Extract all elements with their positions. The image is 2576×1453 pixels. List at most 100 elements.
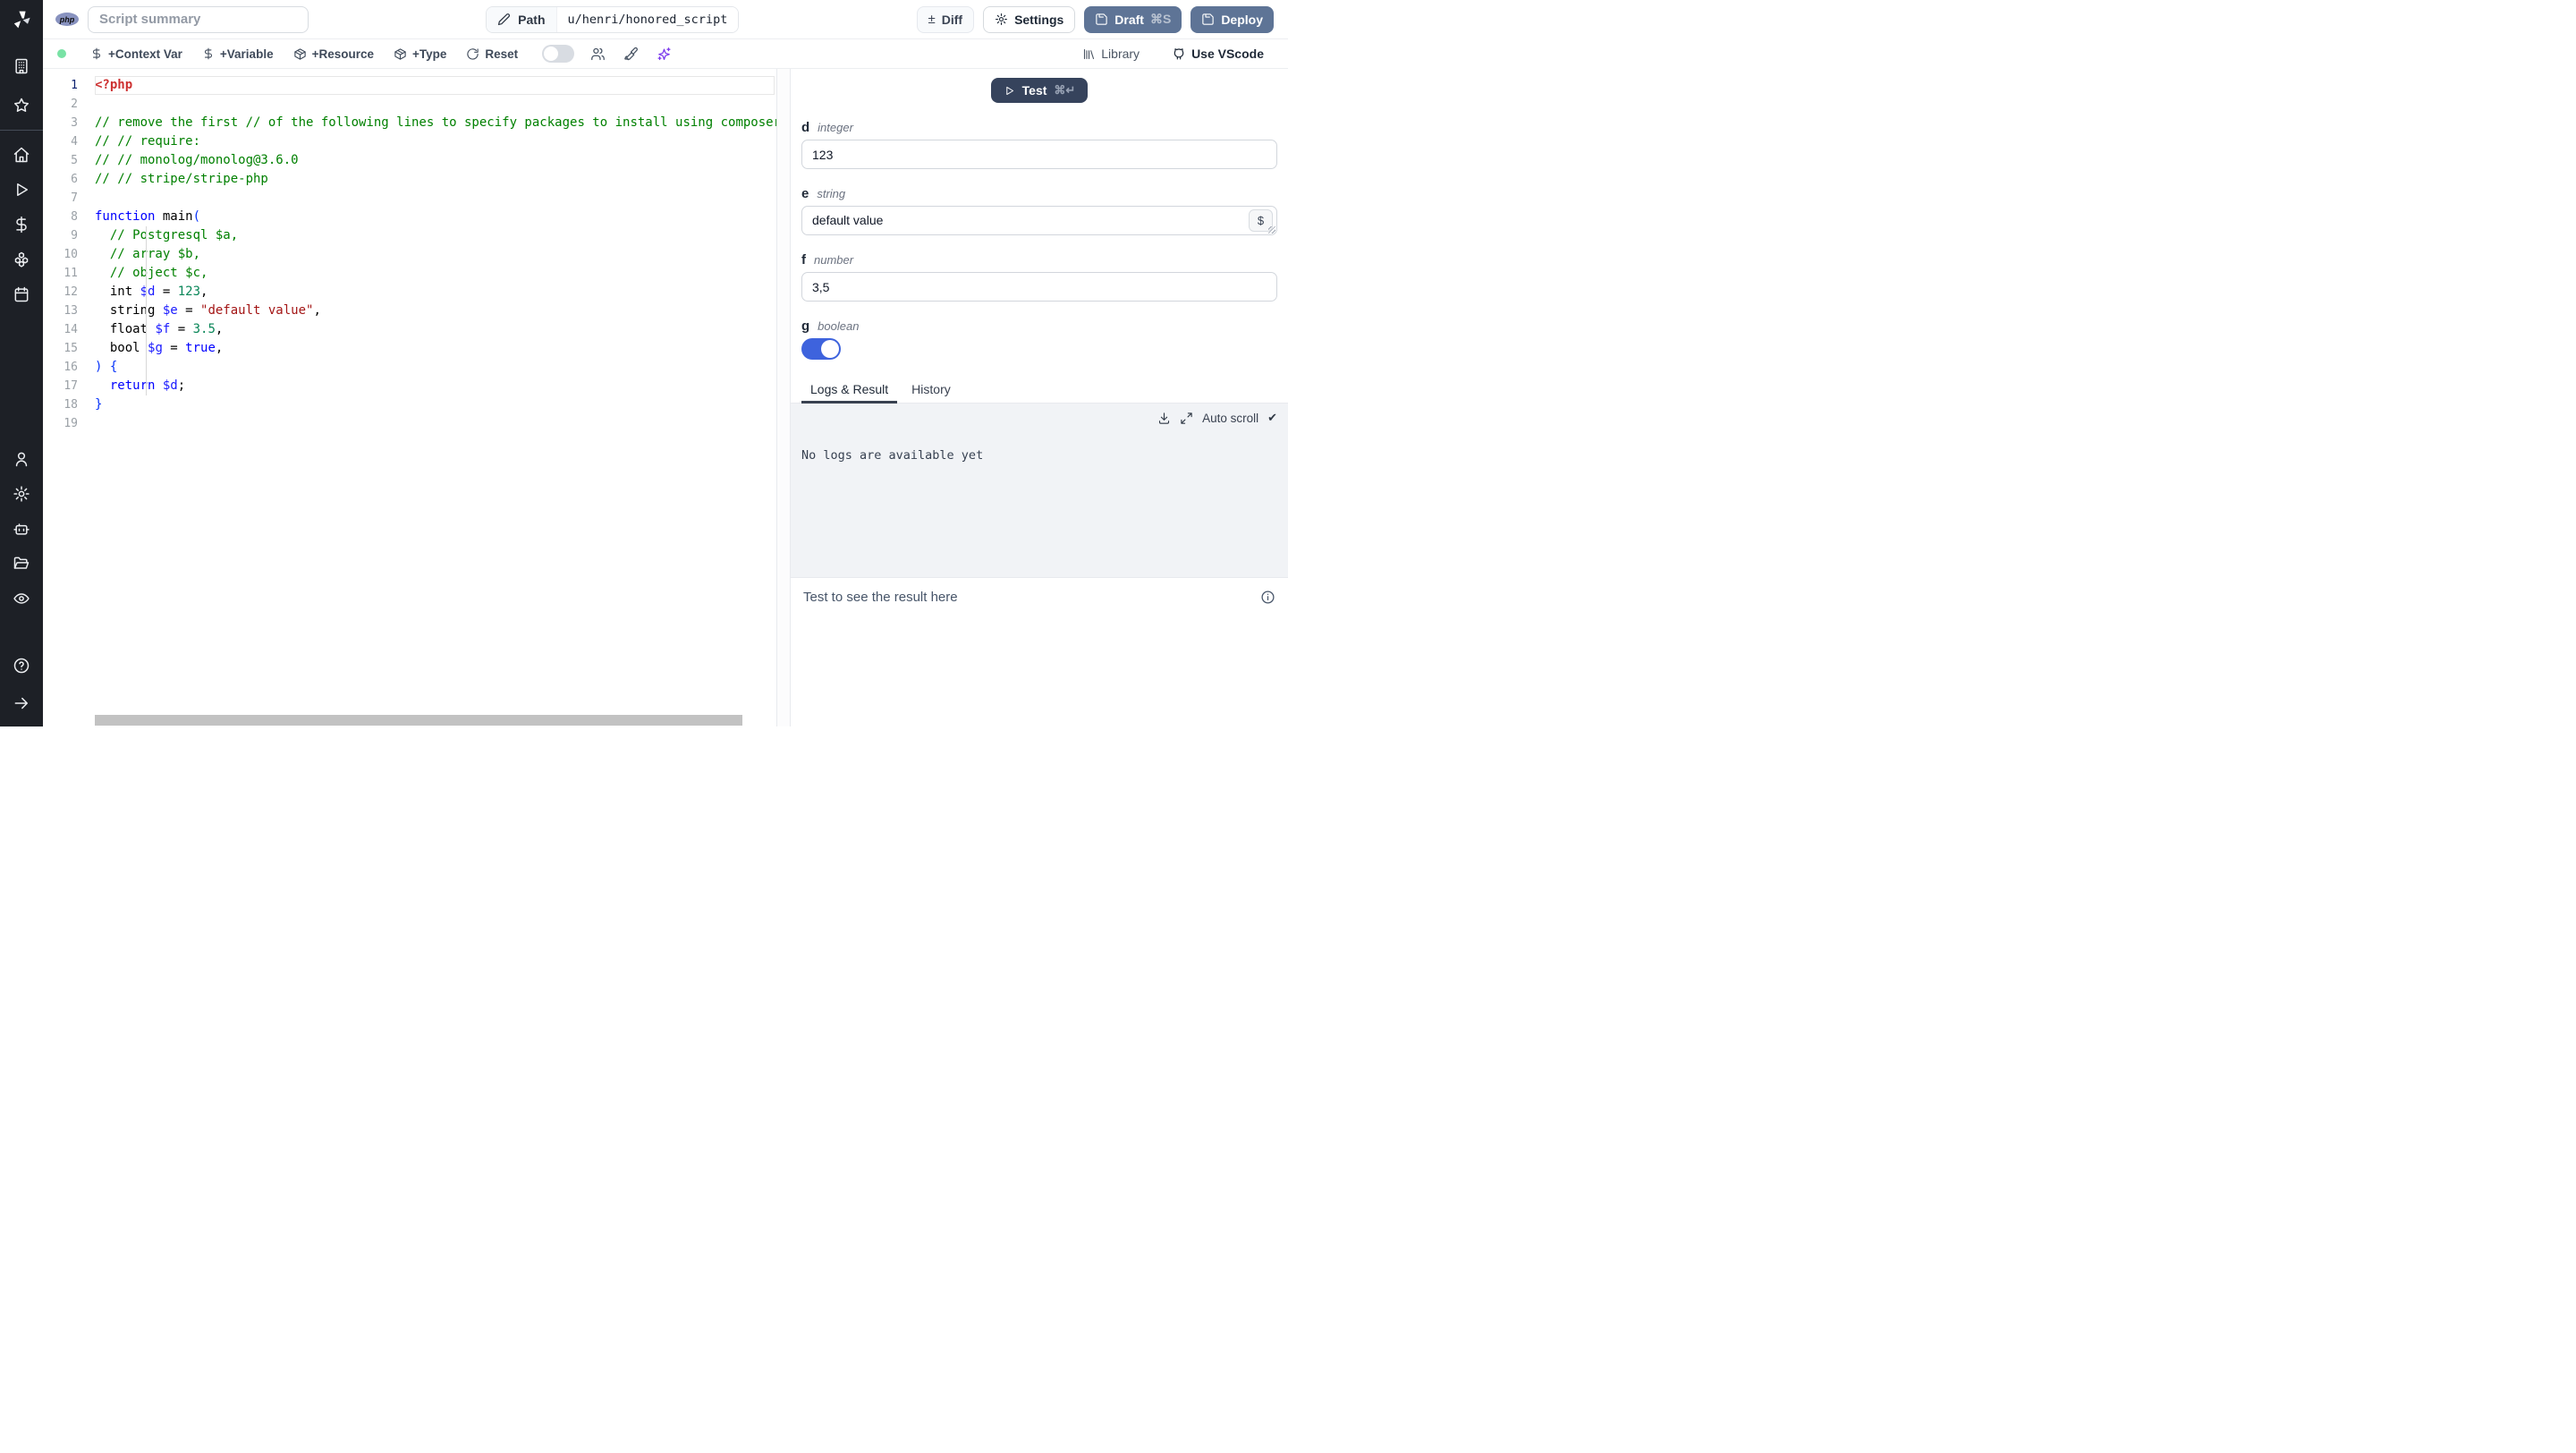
code-line-19: 19	[43, 414, 776, 433]
sidebar-item-audit-logs[interactable]	[7, 586, 36, 611]
code-line-15: 15 bool $g = true,	[43, 339, 776, 358]
app-window: php Path u/henri/honored_script ± Diff	[0, 0, 1288, 726]
php-language-badge: php	[55, 13, 79, 26]
d-value-input[interactable]	[801, 140, 1277, 169]
editor-horizontal-scrollbar[interactable]	[95, 715, 742, 726]
line-number: 13	[64, 304, 78, 318]
field-type: integer	[818, 121, 853, 134]
code-text: // Postgresql $a,	[109, 228, 239, 242]
sidebar-item-account[interactable]	[7, 446, 36, 472]
add-context-var-button[interactable]: +Context Var	[82, 42, 191, 65]
panel-resize-handle[interactable]	[777, 69, 790, 726]
line-number: 14	[64, 323, 78, 336]
save-icon	[1201, 13, 1215, 26]
code-line-17: 17 return $d;	[43, 377, 776, 395]
sidebar-item-workers[interactable]	[7, 516, 36, 541]
g-boolean-toggle[interactable]	[801, 338, 841, 360]
package-icon	[394, 47, 407, 61]
line-number: 2	[71, 98, 78, 111]
line-number: 9	[71, 229, 78, 242]
diff-mode-toggle[interactable]	[542, 45, 575, 63]
script-summary-input[interactable]	[88, 5, 309, 33]
save-draft-button[interactable]: Draft ⌘S	[1084, 5, 1182, 33]
code-line-5: 5 // // monolog/monolog@3.6.0	[43, 151, 776, 170]
field-type: string	[817, 187, 846, 200]
line-number: 4	[71, 135, 78, 149]
sidebar-item-home[interactable]	[7, 142, 36, 167]
ai-assistant-sparkles-icon[interactable]	[649, 42, 679, 65]
code-line-13: 13 string $e = "default value",	[43, 302, 776, 320]
test-shortcut: ⌘↵	[1054, 83, 1076, 97]
line-number: 16	[64, 361, 78, 374]
script-path-field[interactable]: Path u/henri/honored_script	[486, 5, 740, 33]
e-value-textarea[interactable]	[801, 206, 1277, 235]
download-logs-icon[interactable]	[1157, 412, 1171, 425]
library-button[interactable]: Library	[1074, 42, 1148, 65]
sidebar-item-folders[interactable]	[7, 551, 36, 576]
code-text: int $d = 123,	[95, 285, 208, 299]
sidebar-item-settings[interactable]	[7, 481, 36, 506]
format-code-brush-icon[interactable]	[616, 42, 646, 65]
code-text: // // monolog/monolog@3.6.0	[95, 153, 299, 167]
f-value-input[interactable]	[801, 272, 1277, 302]
code-line-14: 14 float $f = 3.5,	[43, 320, 776, 339]
code-text: // object $c,	[109, 266, 208, 280]
info-icon[interactable]	[1260, 590, 1275, 605]
auto-scroll-checkbox[interactable]: ✔	[1267, 411, 1277, 425]
line-number: 10	[64, 248, 78, 261]
line-number: 1	[71, 79, 78, 92]
edit-pencil-icon	[497, 13, 511, 26]
expand-logs-icon[interactable]	[1180, 412, 1193, 425]
arguments-form: Test ⌘↵ d integer estring$ fnumber g boolean	[791, 69, 1288, 360]
draft-shortcut: ⌘S	[1149, 12, 1172, 26]
windmill-logo-icon	[11, 9, 32, 30]
field-name: f	[801, 252, 806, 268]
sidebar-item-favorites[interactable]	[7, 93, 36, 118]
expand-sidebar-button[interactable]	[7, 691, 36, 716]
code-line-8: 8 function main(	[43, 208, 776, 226]
sidebar-item-runs[interactable]	[7, 177, 36, 202]
multiplayer-users-icon[interactable]	[583, 42, 613, 65]
test-run-button[interactable]: Test ⌘↵	[990, 78, 1089, 103]
use-vscode-button[interactable]: Use VScode	[1164, 42, 1272, 65]
code-text: }	[95, 397, 103, 412]
reset-icon	[466, 47, 479, 61]
add-resource-button[interactable]: +Resource	[285, 42, 382, 65]
test-panel: Test ⌘↵ dintegerestring$fnumbergboolean …	[790, 69, 1288, 726]
line-number: 11	[64, 267, 78, 280]
field-type: boolean	[818, 319, 860, 333]
add-variable-button[interactable]: +Variable	[194, 42, 282, 65]
tab-logs-result[interactable]: Logs & Result	[801, 378, 898, 404]
line-number: 3	[71, 116, 78, 130]
line-number: 18	[64, 398, 78, 412]
plus-minus-icon: ±	[928, 12, 936, 27]
auto-scroll-label: Auto scroll	[1202, 411, 1259, 425]
result-section: Test to see the result here	[791, 577, 1288, 726]
field-e: estring$	[801, 186, 1277, 235]
reset-button[interactable]: Reset	[458, 42, 526, 65]
deploy-button[interactable]: Deploy	[1191, 5, 1274, 33]
line-number: 5	[71, 154, 78, 167]
line-number: 12	[64, 285, 78, 299]
line-number: 8	[71, 210, 78, 224]
library-icon	[1082, 47, 1096, 61]
sidebar-item-workspace[interactable]	[7, 54, 36, 79]
tab-history[interactable]: History	[902, 378, 960, 403]
sidebar-item-resources[interactable]	[7, 247, 36, 272]
code-text: // remove the first // of the following …	[95, 115, 777, 130]
help-button[interactable]	[7, 653, 36, 678]
code-editor[interactable]: 1 <?php 2 3 // remove the first // of the fo…	[43, 69, 777, 726]
code-line-6: 6 // // stripe/stripe-php	[43, 170, 776, 189]
sidebar-item-schedules[interactable]	[7, 282, 36, 307]
textarea-resize-handle[interactable]	[1268, 226, 1275, 234]
play-icon	[1004, 85, 1015, 97]
code-text: return $d;	[109, 378, 186, 393]
package-icon	[293, 47, 307, 61]
code-line-7: 7	[43, 189, 776, 208]
line-number: 19	[64, 417, 78, 430]
add-type-button[interactable]: +Type	[386, 42, 454, 65]
diff-button[interactable]: ± Diff	[916, 5, 975, 33]
sidebar-item-variables[interactable]	[7, 212, 36, 237]
settings-button[interactable]: Settings	[983, 5, 1076, 33]
